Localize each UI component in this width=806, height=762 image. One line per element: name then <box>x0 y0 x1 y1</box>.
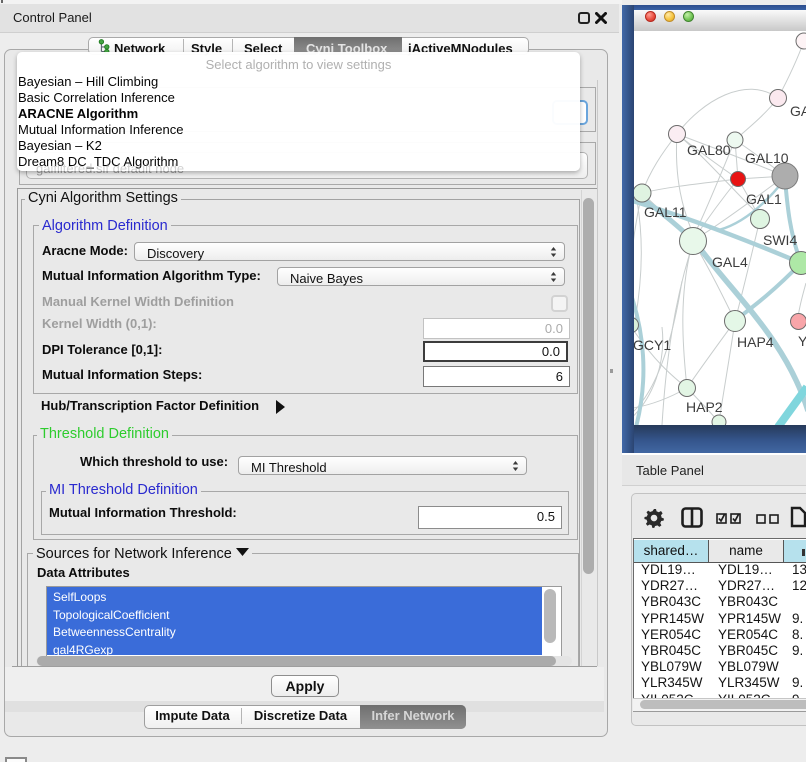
svg-text:GAL: GAL <box>790 103 806 119</box>
svg-text:HAP2: HAP2 <box>686 399 723 415</box>
svg-text:Y: Y <box>798 333 806 349</box>
svg-text:HAP4: HAP4 <box>737 334 774 350</box>
svg-text:GAL11: GAL11 <box>644 204 687 220</box>
svg-text:GAL4: GAL4 <box>712 254 748 270</box>
svg-text:SWI4: SWI4 <box>763 232 797 248</box>
svg-text:GCY1: GCY1 <box>634 337 671 353</box>
svg-text:GAL80: GAL80 <box>687 142 731 158</box>
svg-text:GAL10: GAL10 <box>745 150 789 166</box>
svg-text:GAL1: GAL1 <box>746 191 782 207</box>
